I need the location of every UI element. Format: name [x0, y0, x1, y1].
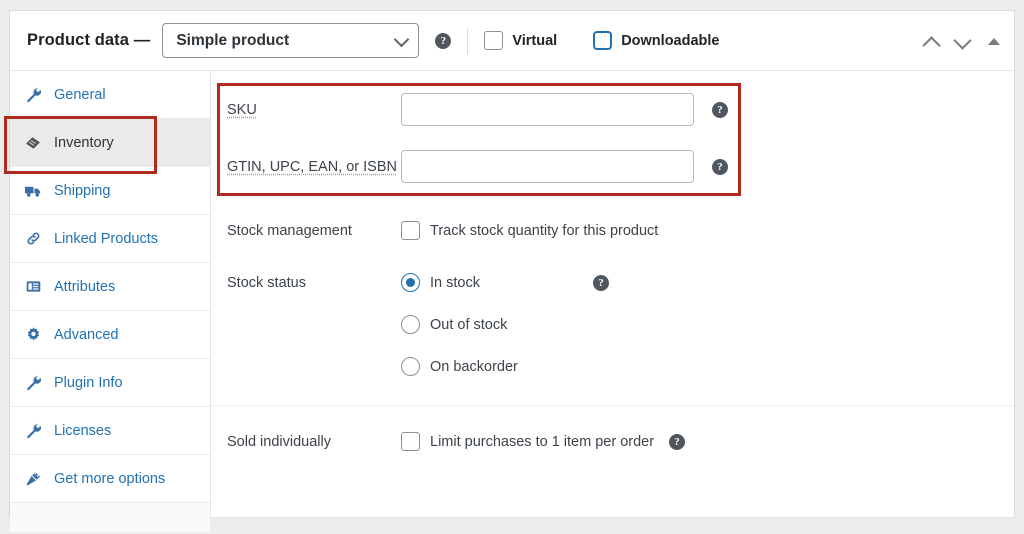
sku-label-cell: SKU: [227, 101, 401, 119]
sidebar-item-label: Attributes: [54, 278, 116, 295]
product-data-tabs: General Inventory Shipping Linked Produc…: [10, 71, 211, 532]
sku-label: SKU: [227, 101, 257, 118]
stock-status-radio-on-backorder[interactable]: [401, 357, 420, 376]
sidebar-item-plugin-info[interactable]: Plugin Info: [10, 359, 210, 407]
wrench-icon: [23, 373, 43, 393]
stock-status-option-label: In stock: [430, 274, 480, 291]
sidebar-item-shipping[interactable]: Shipping: [10, 167, 210, 215]
track-stock-checkbox[interactable]: [401, 221, 420, 240]
gear-icon: [23, 325, 43, 345]
stock-status-label: Stock status: [227, 274, 306, 291]
sidebar-item-label: Get more options: [54, 470, 166, 487]
sold-individually-row: Sold individually Limit purchases to 1 i…: [211, 432, 1014, 451]
sku-row: SKU ?: [211, 93, 1014, 126]
sku-help-icon[interactable]: ?: [712, 101, 728, 118]
page-title: Product data —: [27, 31, 151, 49]
link-icon: [23, 229, 43, 249]
sidebar-item-label: Advanced: [54, 326, 119, 343]
downloadable-checkbox[interactable]: [593, 31, 613, 50]
stock-management-label: Stock management: [227, 222, 352, 239]
product-data-panel: Product data — Simple product ? Virtual …: [4, 10, 1015, 532]
sold-individually-help-icon[interactable]: ?: [669, 433, 686, 450]
product-type-select[interactable]: Simple product: [162, 23, 420, 58]
gtin-row: GTIN, UPC, EAN, or ISBN ?: [211, 150, 1014, 183]
stock-status-row-out-of-stock: Out of stock: [211, 315, 1014, 334]
sidebar-item-get-more-options[interactable]: Get more options: [10, 455, 210, 503]
stock-status-radio-in-stock[interactable]: [401, 273, 420, 292]
panel-header: Product data — Simple product ? Virtual …: [10, 11, 1014, 71]
header-divider: [467, 27, 469, 54]
track-stock-label: Track stock quantity for this product: [430, 222, 659, 239]
sold-individually-checkbox-label: Limit purchases to 1 item per order: [430, 433, 655, 450]
stock-status-help-icon[interactable]: ?: [592, 274, 609, 291]
move-down-icon[interactable]: [954, 33, 971, 50]
virtual-checkbox-group[interactable]: Virtual: [484, 31, 557, 50]
move-up-icon[interactable]: [923, 33, 940, 50]
gtin-input[interactable]: [401, 150, 694, 183]
sidebar-item-inventory[interactable]: Inventory: [10, 119, 210, 167]
stock-status-radio-out-of-stock[interactable]: [401, 315, 420, 334]
sold-individually-checkbox[interactable]: [401, 432, 420, 451]
wrench-icon: [23, 421, 43, 441]
sidebar-item-label: Shipping: [54, 182, 111, 199]
inventory-panel: SKU ? GTIN, UPC, EAN, or ISBN ? Stock ma…: [211, 71, 1014, 517]
stock-status-option-label: On backorder: [430, 358, 518, 375]
gtin-help-icon[interactable]: ?: [712, 158, 728, 175]
sidebar-item-label: General: [54, 86, 106, 103]
plug-icon: [23, 469, 43, 489]
inventory-box-icon: [23, 133, 43, 153]
sold-individually-label: Sold individually: [227, 433, 331, 450]
stock-status-row-in-stock: Stock status In stock ?: [211, 273, 1014, 292]
gtin-label-cell: GTIN, UPC, EAN, or ISBN: [227, 158, 401, 176]
panel-body: General Inventory Shipping Linked Produc…: [10, 71, 1014, 532]
sidebar-item-label: Plugin Info: [54, 374, 123, 391]
sidebar-item-licenses[interactable]: Licenses: [10, 407, 210, 455]
sidebar-item-general[interactable]: General: [10, 71, 210, 119]
stock-status-option-label: Out of stock: [430, 316, 508, 333]
sidebar-item-label: Licenses: [54, 422, 112, 439]
wrench-icon: [23, 85, 43, 105]
tabs-footer: [10, 503, 210, 532]
truck-icon: [23, 181, 43, 201]
sidebar-item-label: Linked Products: [54, 230, 158, 247]
gtin-label: GTIN, UPC, EAN, or ISBN: [227, 158, 397, 175]
panel-order-controls: [923, 11, 1000, 71]
downloadable-checkbox-group[interactable]: Downloadable: [593, 31, 720, 50]
product-type-value: Simple product: [176, 31, 290, 49]
sku-input[interactable]: [401, 93, 694, 126]
toggle-panel-icon[interactable]: [988, 37, 1000, 45]
downloadable-label: Downloadable: [621, 32, 720, 49]
sidebar-item-advanced[interactable]: Advanced: [10, 311, 210, 359]
sidebar-item-label: Inventory: [54, 134, 114, 151]
virtual-label: Virtual: [512, 32, 558, 49]
stock-management-row: Stock management Track stock quantity fo…: [211, 221, 1014, 240]
stock-status-row-on-backorder: On backorder: [211, 357, 1014, 376]
section-divider: [211, 405, 1014, 406]
sidebar-item-linked-products[interactable]: Linked Products: [10, 215, 210, 263]
product-type-help-icon[interactable]: ?: [435, 32, 452, 49]
chevron-down-icon: [394, 31, 410, 47]
sidebar-item-attributes[interactable]: Attributes: [10, 263, 210, 311]
virtual-checkbox[interactable]: [484, 31, 504, 50]
list-icon: [23, 277, 43, 297]
